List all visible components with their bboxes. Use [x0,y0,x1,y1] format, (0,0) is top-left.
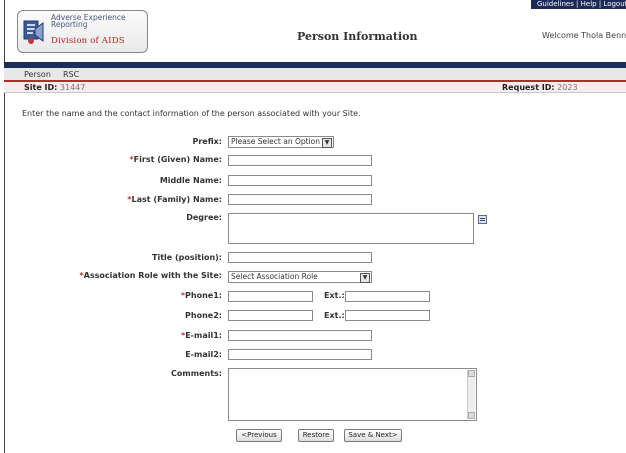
email1-label-text: E-mail1: [185,331,222,340]
phone1-label-text: Phone1: [185,291,222,300]
site-id-label: Site ID: [24,83,58,92]
phone1-ext-label: Ext.: [324,291,345,300]
comments-label-text: Comments: [171,369,222,378]
first-name-label: *First (Given) Name: [129,155,222,164]
tab-person[interactable]: Person [24,70,51,79]
scroll-up-icon[interactable] [468,370,475,377]
association-role-select-value: Select Association Role [231,272,318,281]
daids-logo: Adverse Experience Reporting Division of… [17,10,148,53]
degree-label-text: Degree: [186,213,222,222]
comments-scrollbar[interactable] [467,370,475,419]
logo-text-division: Division of AIDS [51,36,125,46]
phone2-input[interactable] [228,310,313,321]
middle-name-label: Middle Name: [160,176,222,185]
phone1-ext-input[interactable] [345,291,430,302]
restore-button[interactable]: Restore [298,429,334,442]
prefix-label-text: Prefix: [192,137,222,146]
association-role-select[interactable]: Select Association Role ▼ [228,271,372,283]
phone2-ext-input[interactable] [345,310,430,321]
middle-name-label-text: Middle Name: [159,176,222,185]
page-title: Person Information [297,30,418,43]
title-label-text: Title (position): [152,253,222,262]
header: Guidelines | Help | Logout Adverse Exper… [4,0,626,62]
phone2-label: Phone2: [185,311,222,320]
last-name-input[interactable] [228,194,372,205]
prefix-select[interactable]: Please Select an Option ▼ [228,136,334,148]
title-input[interactable] [228,252,372,263]
degree-lookup-icon[interactable] [478,215,487,224]
degree-textarea[interactable] [228,213,474,244]
email2-label-text: E-mail2: [185,350,222,359]
last-name-label-text: Last (Family) Name: [131,195,222,204]
prefix-label: Prefix: [192,137,222,146]
prefix-select-value: Please Select an Option [231,137,321,146]
email1-label: *E-mail1: [181,331,222,340]
dropdown-arrow-icon: ▼ [322,138,332,148]
last-name-label: *Last (Family) Name: [127,195,222,204]
tab-rsc[interactable]: RSC [63,70,79,79]
association-role-label: *Association Role with the Site: [79,271,222,280]
site-id: Site ID: 31447 [24,83,85,92]
title-label: Title (position): [152,253,222,262]
dropdown-arrow-icon: ▼ [360,273,370,283]
intro-text: Enter the name and the contact informati… [22,109,361,118]
save-next-button[interactable]: Save & Next> [344,429,402,442]
request-id: Request ID: 2023 [502,83,578,92]
logo-text-line2: Reporting [51,20,88,29]
first-name-input[interactable] [228,155,372,166]
scroll-down-icon[interactable] [468,412,475,419]
phone1-input[interactable] [228,291,313,302]
email2-label: E-mail2: [185,350,222,359]
previous-button[interactable]: <Previous [236,429,282,442]
request-id-label: Request ID: [502,83,555,92]
phone2-label-text: Phone2: [185,311,222,320]
middle-name-input[interactable] [228,175,372,186]
content-border [4,93,5,453]
email1-input[interactable] [228,330,372,341]
phone1-label: *Phone1: [181,291,222,300]
daids-logo-icon [23,20,44,44]
comments-label: Comments: [171,369,222,378]
email2-input[interactable] [228,349,372,360]
request-id-value: 2023 [557,83,578,92]
welcome-text: Welcome Thola Bennie [542,31,626,40]
top-links[interactable]: Guidelines | Help | Logout [531,0,626,9]
association-role-label-text: Association Role with the Site: [83,271,222,280]
site-info-bar: Site ID: 31447 Request ID: 2023 [4,80,626,93]
first-name-label-text: First (Given) Name: [133,155,222,164]
person-information-page: Guidelines | Help | Logout Adverse Exper… [0,0,626,453]
comments-textarea[interactable] [228,368,477,421]
phone2-ext-label: Ext.: [324,311,345,320]
site-id-value: 31447 [59,83,86,92]
degree-label: Degree: [186,213,222,222]
